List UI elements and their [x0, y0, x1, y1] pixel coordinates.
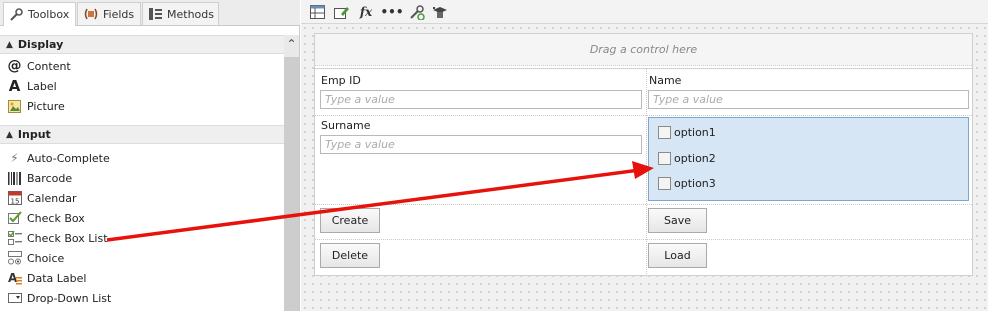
label-a-icon: A — [8, 77, 21, 95]
expression-fx-icon[interactable]: fx — [357, 4, 375, 20]
row-divider — [315, 204, 972, 205]
toolbox-item-label: Check Box List — [27, 231, 108, 245]
drag-control-dropzone[interactable]: Drag a control here — [315, 34, 972, 66]
section-display-label: Display — [17, 38, 64, 51]
wrench-icon — [9, 7, 24, 22]
toolbox-item-label: Content — [27, 59, 71, 73]
save-button[interactable]: Save — [648, 208, 707, 233]
check-box-list-control[interactable]: option1 option2 option3 — [648, 117, 969, 201]
section-input[interactable]: ▲ Input — [0, 125, 284, 144]
toolbox-item-picture[interactable]: Picture — [0, 96, 284, 116]
lightning-icon: ⚡ — [10, 151, 19, 165]
table-layout-icon[interactable] — [308, 4, 326, 20]
create-button[interactable]: Create — [320, 208, 380, 233]
option3-checkbox[interactable] — [658, 177, 671, 190]
edit-table-icon[interactable] — [332, 4, 350, 20]
chevron-up-icon[interactable]: ⌃ — [286, 38, 297, 50]
toolbox-item-label: Auto-Complete — [27, 151, 110, 165]
toolbox-item-label: Data Label — [27, 271, 87, 285]
toolbox-item-content[interactable]: @ Content — [0, 56, 284, 76]
column-divider — [646, 69, 647, 276]
checkmark-icon — [7, 211, 22, 226]
toolbox-item-label: Drop-Down List — [27, 291, 112, 305]
toolbox-list: ▲ Display @ Content A Label Picture ▲ In… — [0, 35, 284, 311]
toolbox-item-choice[interactable]: Choice — [0, 248, 284, 268]
option3-label: option3 — [674, 177, 716, 190]
toolbox-item-label: Check Box — [27, 211, 85, 225]
tab-toolbox[interactable]: Toolbox — [3, 2, 76, 26]
choice-icon — [7, 251, 22, 266]
chevron-up-icon: ▲ — [6, 129, 13, 140]
tab-methods-label: Methods — [167, 7, 214, 21]
svg-text:15: 15 — [10, 198, 19, 206]
toolbox-item-label: Calendar — [27, 191, 77, 205]
tab-fields-label: Fields — [103, 7, 135, 21]
toolbox-item-label: Barcode — [27, 171, 73, 185]
chevron-up-icon: ▲ — [6, 39, 13, 50]
name-input[interactable]: Type a value — [648, 90, 969, 109]
toolbox-item-auto-complete[interactable]: ⚡ Auto-Complete — [0, 148, 284, 168]
toolbox-scrollbar[interactable]: ⌃ — [284, 35, 299, 311]
surname-input[interactable]: Type a value — [320, 135, 642, 154]
name-label: Name — [649, 74, 682, 87]
surname-label: Surname — [321, 119, 371, 132]
section-input-label: Input — [17, 128, 51, 141]
toolbox-panel: Toolbox Fields Methods ▲ Display @ Conte… — [0, 0, 300, 311]
checkbox-list-icon — [7, 231, 22, 246]
canvas-toolbar: fx ••• — [301, 0, 988, 24]
load-button[interactable]: Load — [648, 243, 707, 268]
methods-icon — [148, 7, 163, 21]
toolbox-item-barcode[interactable]: Barcode — [0, 168, 284, 188]
tab-fields[interactable]: Fields — [77, 2, 141, 25]
barcode-icon — [7, 171, 22, 186]
scrollbar-thumb[interactable] — [284, 57, 299, 311]
toolbox-item-check-box-list[interactable]: Check Box List — [0, 228, 284, 248]
emp-id-input[interactable]: Type a value — [320, 90, 642, 109]
toolbox-item-label: Label — [27, 79, 57, 93]
toolbox-item-label: Picture — [27, 99, 65, 113]
dropdown-icon — [7, 291, 22, 306]
toolbox-item-check-box[interactable]: Check Box — [0, 208, 284, 228]
toolbox-item-calendar[interactable]: 15 Calendar — [0, 188, 284, 208]
section-display[interactable]: ▲ Display — [0, 35, 284, 54]
picture-icon — [7, 99, 22, 114]
delete-button[interactable]: Delete — [320, 243, 380, 268]
toolbox-item-data-label[interactable]: A Data Label — [0, 268, 284, 288]
rules-icon[interactable] — [408, 4, 426, 20]
row-divider — [315, 115, 972, 116]
option1-checkbox[interactable] — [658, 126, 671, 139]
tab-toolbox-label: Toolbox — [28, 8, 70, 21]
toolbox-tabs: Toolbox Fields Methods — [0, 0, 300, 26]
option1-label: option1 — [674, 126, 716, 139]
data-label-icon: A — [7, 271, 22, 286]
toolbox-item-label[interactable]: A Label — [0, 76, 284, 96]
toolbox-item-label: Choice — [27, 251, 65, 265]
ellipsis-icon[interactable]: ••• — [381, 4, 404, 20]
emp-id-label: Emp ID — [321, 74, 361, 87]
at-icon: @ — [7, 58, 22, 74]
fields-icon — [83, 7, 99, 21]
tab-methods[interactable]: Methods — [142, 2, 219, 25]
option2-label: option2 — [674, 152, 716, 165]
row-divider — [315, 239, 972, 240]
option2-checkbox[interactable] — [658, 152, 671, 165]
publish-icon[interactable] — [431, 4, 449, 20]
calendar-icon: 15 — [7, 191, 22, 206]
toolbox-item-drop-down-list[interactable]: Drop-Down List — [0, 288, 284, 308]
